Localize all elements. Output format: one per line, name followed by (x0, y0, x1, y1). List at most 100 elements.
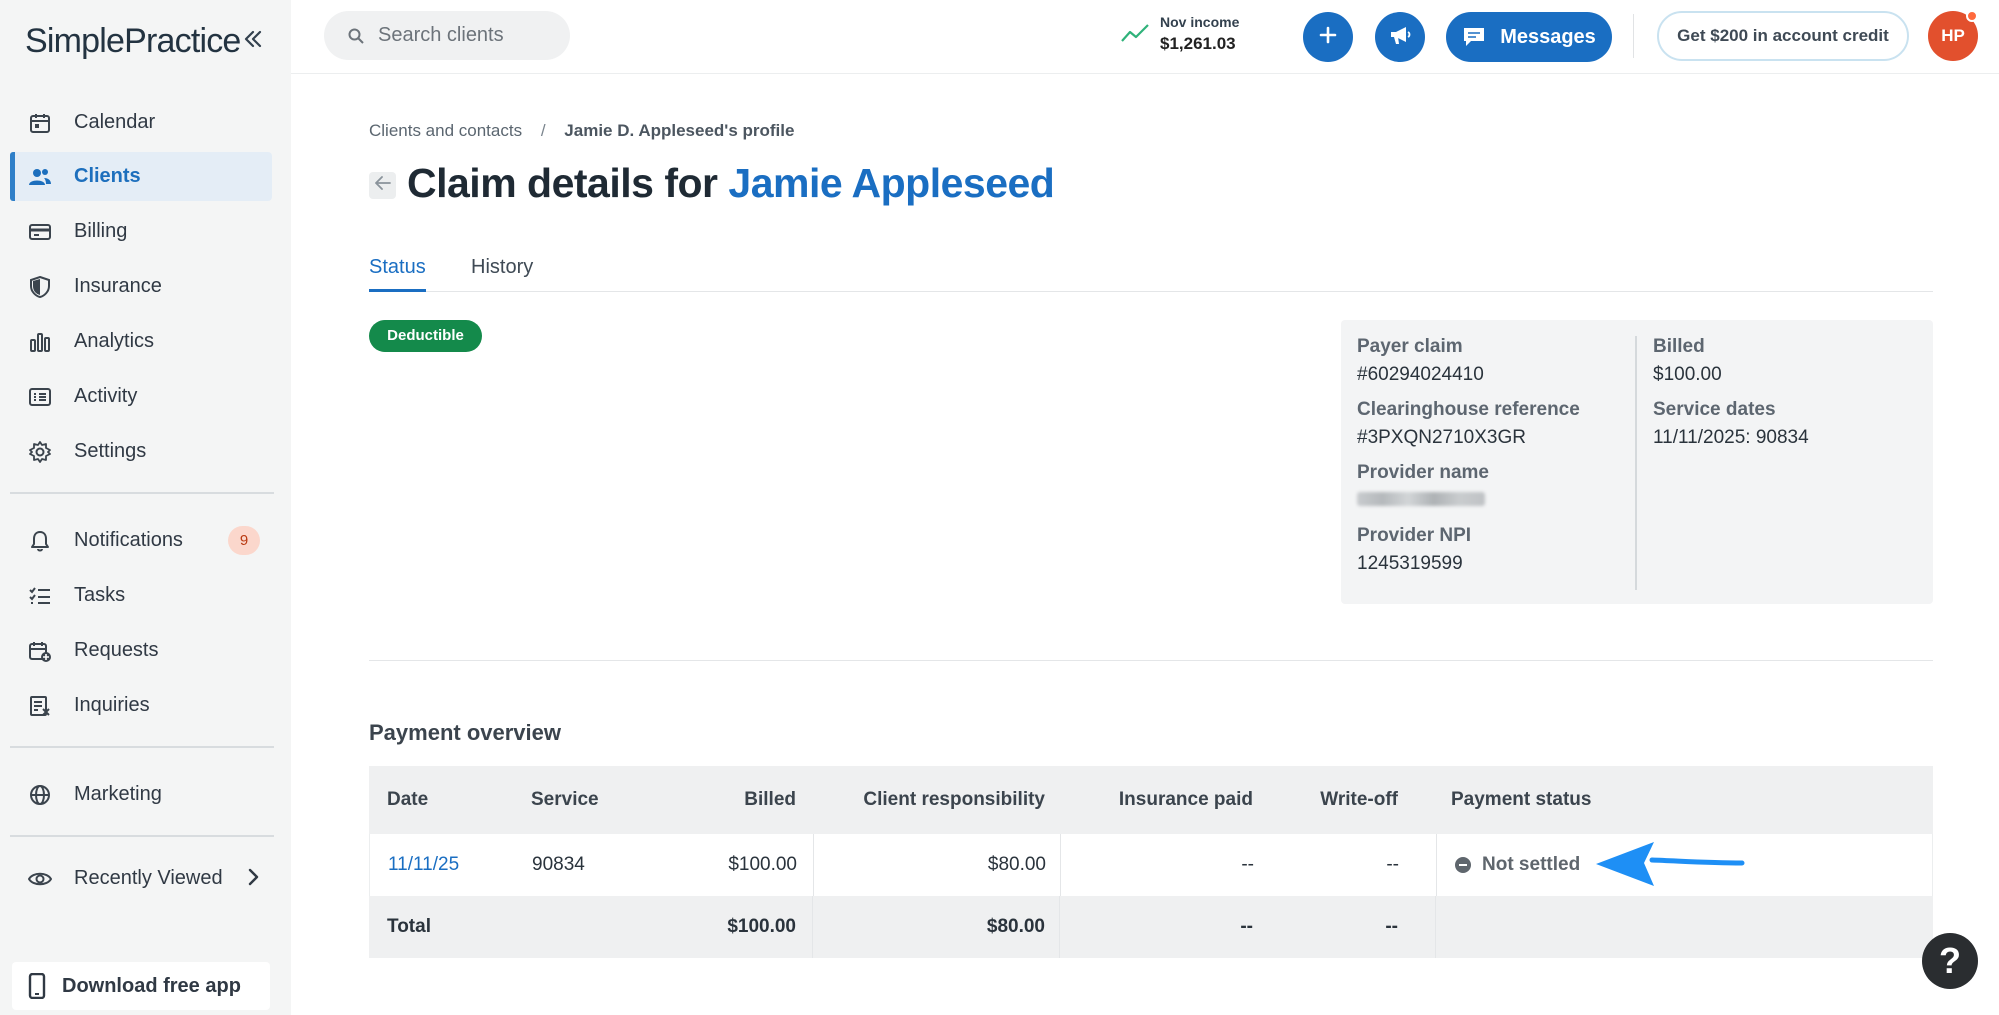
total-insurance-paid: -- (1240, 916, 1253, 937)
claim-info-panel: Payer claim #60294024410 Clearinghouse r… (1341, 320, 1933, 604)
collapse-sidebar-icon[interactable] (238, 26, 268, 56)
clearinghouse-label: Clearinghouse reference (1357, 399, 1580, 420)
minus-circle-icon (1455, 857, 1471, 873)
income-label: Nov income (1160, 14, 1240, 30)
column-header-date: Date (387, 789, 429, 810)
column-header-billed: Billed (744, 789, 796, 810)
billed-value: $100.00 (1653, 364, 1722, 385)
billed: Billed $100.00 (1653, 336, 1722, 386)
bar-chart-icon (28, 330, 52, 354)
column-divider (812, 896, 813, 958)
income-value: $1,261.03 (1160, 34, 1236, 53)
redacted-provider-name (1357, 492, 1485, 506)
users-icon (28, 165, 52, 189)
breadcrumb: Clients and contacts / Jamie D. Applesee… (369, 121, 794, 141)
sidebar-divider (10, 492, 274, 494)
sidebar-item-marketing[interactable]: Marketing (10, 770, 272, 819)
messages-label: Messages (1500, 25, 1596, 48)
page-title: Claim details for Jamie Appleseed (407, 160, 1055, 207)
breadcrumb-link-clients[interactable]: Clients and contacts (369, 121, 522, 140)
globe-icon (28, 783, 52, 807)
client-name-link[interactable]: Jamie Appleseed (728, 160, 1054, 206)
sidebar-item-recently-viewed[interactable]: Recently Viewed (10, 854, 272, 903)
service-dates-label: Service dates (1653, 399, 1776, 420)
table-total-row: Total $100.00 $80.00 -- -- (369, 896, 1933, 958)
sidebar-item-label: Activity (74, 385, 138, 407)
sidebar-item-requests[interactable]: Requests (10, 626, 272, 675)
table-header-row: Date Service Billed Client responsibilit… (369, 766, 1933, 834)
payer-claim: Payer claim #60294024410 (1357, 336, 1484, 386)
breadcrumb-link-profile[interactable]: Jamie D. Appleseed's profile (564, 121, 794, 140)
provider-npi-value: 1245319599 (1357, 553, 1463, 574)
payer-claim-value: #60294024410 (1357, 364, 1484, 385)
sidebar-item-inquiries[interactable]: Inquiries (10, 681, 272, 730)
announcements-button[interactable] (1375, 12, 1425, 62)
plus-icon (1319, 26, 1337, 49)
sidebar-item-label: Tasks (74, 584, 126, 606)
column-divider (813, 834, 814, 896)
help-button[interactable]: ? (1922, 933, 1978, 989)
sidebar-item-label: Calendar (74, 111, 156, 133)
add-button[interactable] (1303, 12, 1353, 62)
shield-icon (28, 275, 52, 299)
column-header-write-off: Write-off (1320, 789, 1398, 810)
payment-overview-title: Payment overview (369, 720, 561, 745)
sidebar-item-clients[interactable]: Clients (10, 152, 272, 201)
annotation-arrow-icon (1590, 836, 1746, 897)
sidebar-item-tasks[interactable]: Tasks (10, 571, 272, 620)
search-input[interactable] (378, 24, 558, 47)
column-divider (1435, 896, 1436, 958)
clearinghouse-reference: Clearinghouse reference #3PXQN2710X3GR (1357, 399, 1580, 449)
sidebar-item-insurance[interactable]: Insurance (10, 262, 272, 311)
inbox-form-icon (28, 694, 52, 718)
simplepractice-logo[interactable]: SimplePractice (25, 22, 241, 61)
sidebar-item-label: Inquiries (74, 694, 150, 716)
sidebar-item-label: Notifications (74, 529, 183, 551)
calendar-icon (28, 111, 52, 135)
account-credit-button[interactable]: Get $200 in account credit (1657, 11, 1909, 61)
service-dates: Service dates 11/11/2025: 90834 (1653, 399, 1809, 449)
provider-npi-label: Provider NPI (1357, 525, 1472, 546)
download-app-button[interactable]: Download free app (12, 962, 270, 1010)
sidebar-item-analytics[interactable]: Analytics (10, 317, 272, 366)
column-divider (1060, 834, 1061, 896)
total-client-responsibility: $80.00 (986, 916, 1045, 937)
sidebar-item-activity[interactable]: Activity (10, 372, 272, 421)
tab-status[interactable]: Status (369, 256, 426, 292)
sidebar-item-billing[interactable]: Billing (10, 207, 272, 256)
section-divider (369, 660, 1933, 661)
search-box[interactable] (324, 11, 570, 60)
breadcrumb-separator: / (540, 121, 546, 140)
checklist-icon (28, 584, 52, 608)
avatar-notification-dot (1966, 10, 1978, 22)
sidebar-item-label: Insurance (74, 275, 162, 297)
messages-button[interactable]: Messages (1446, 12, 1612, 62)
topbar-divider (1633, 14, 1634, 58)
tab-history[interactable]: History (471, 256, 533, 292)
gear-icon (28, 440, 52, 464)
sidebar-item-notifications[interactable]: Notifications 9 (10, 516, 272, 565)
bell-icon (28, 529, 52, 553)
column-header-payment-status: Payment status (1451, 789, 1592, 810)
income-widget[interactable]: Nov income $1,261.03 (1120, 14, 1239, 54)
total-write-off: -- (1385, 916, 1398, 937)
back-button[interactable] (369, 172, 396, 199)
column-header-service: Service (531, 789, 599, 810)
info-column-divider (1635, 336, 1637, 590)
income-text: Nov income $1,261.03 (1160, 14, 1239, 54)
sidebar-divider (10, 835, 274, 837)
notifications-count-badge: 9 (228, 526, 260, 555)
sidebar-item-settings[interactable]: Settings (10, 427, 272, 476)
chat-bubble-icon (1462, 26, 1486, 48)
provider-name: Provider name (1357, 462, 1489, 506)
column-divider (1059, 896, 1060, 958)
total-label: Total (387, 916, 431, 937)
row-date-link[interactable]: 11/11/25 (388, 834, 508, 896)
payer-claim-label: Payer claim (1357, 336, 1463, 357)
sidebar-item-calendar[interactable]: Calendar (10, 98, 272, 147)
list-icon (28, 385, 52, 409)
page-title-prefix: Claim details for (407, 160, 718, 206)
sidebar-item-label: Marketing (74, 783, 162, 805)
phone-icon (28, 972, 50, 1000)
service-dates-value: 11/11/2025: 90834 (1653, 427, 1809, 448)
